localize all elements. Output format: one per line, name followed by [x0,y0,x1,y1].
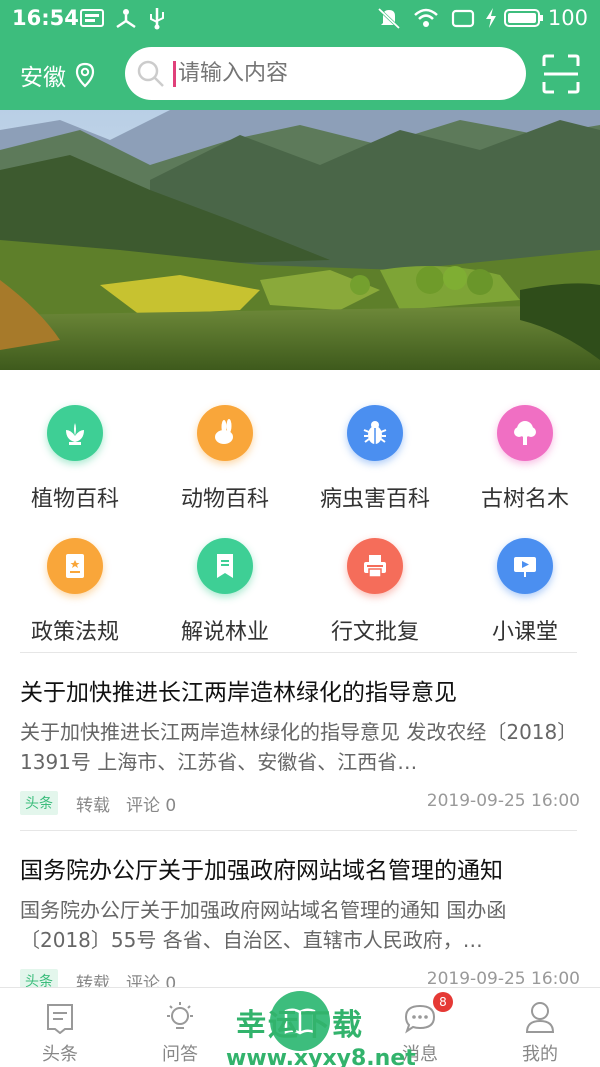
usb-icon [147,7,167,30]
category-label: 古树名木 [480,487,569,512]
mute-icon [377,7,401,29]
bulb-icon [120,998,240,1034]
category-plant[interactable]: 植物百科 [0,405,150,513]
header-bar: 16:54 100 安徽 请输入内容 [0,0,600,110]
news-title: 关于加快推进长江两岸造林绿化的指导意见 [20,680,457,706]
news-comment-count: 评论 0 [126,796,177,816]
tab-me[interactable]: 我的 [480,998,600,1066]
location-label: 安徽 [20,65,66,91]
tab-headlines[interactable]: 头条 [0,998,120,1066]
news-date: 2019-09-25 16:00 [426,969,580,989]
watermark-title: 幸运下载 [236,1008,364,1043]
headline-tag: 头条 [20,791,58,815]
category-policy[interactable]: 政策法规 [0,538,150,646]
category-pest[interactable]: 病虫害百科 [300,405,450,513]
tree-icon [497,405,553,461]
usb-share-icon [113,7,139,29]
scan-icon[interactable] [542,54,580,94]
category-label: 解说林业 [180,620,269,645]
printer-icon [347,538,403,594]
banner-image[interactable] [0,110,600,370]
tab-label: 问答 [162,1044,198,1065]
charging-icon [484,7,498,29]
news-meta: 头条 转载 评论 0 2019-09-25 16:00 [20,791,580,816]
news-date: 2019-09-25 16:00 [426,791,580,811]
news-source: 转载 [76,796,110,816]
news-icon [0,998,120,1034]
policy-doc-icon [47,538,103,594]
divider [20,830,577,831]
watermark: 幸运下载 www.xyxy8.net [226,1000,416,1067]
mountain-landscape-image [0,110,600,370]
battery-level: 100 [547,6,588,30]
watermark-url: www.xyxy8.net [226,1046,416,1067]
category-label: 小课堂 [491,620,558,645]
category-label: 植物百科 [30,487,119,512]
news-summary: 国务院办公厅关于加强政府网站域名管理的通知 国办函〔2018〕55号 各省、自治… [20,898,507,952]
category-document-approval[interactable]: 行文批复 [300,538,450,646]
app-screen: 16:54 100 安徽 请输入内容 植物百科 动物百科 病虫害百科 古树名木 … [0,0,600,1067]
category-mini-class[interactable]: 小课堂 [450,538,600,646]
search-icon [137,60,164,87]
plant-icon [47,405,103,461]
category-label: 政策法规 [30,620,119,645]
news-summary: 关于加快推进长江两岸造林绿化的指导意见 发改农经〔2018〕1391号 上海市、… [20,720,568,774]
category-label: 病虫害百科 [319,487,430,512]
news-title: 国务院办公厅关于加强政府网站域名管理的通知 [20,858,503,884]
tab-label: 头条 [42,1044,78,1065]
tab-qa[interactable]: 问答 [120,998,240,1066]
presentation-icon [497,538,553,594]
bug-icon [347,405,403,461]
rabbit-icon [197,405,253,461]
status-time: 16:54 [12,6,79,30]
location-pin-icon [75,62,95,88]
screen-rotate-icon [451,7,475,29]
location-selector[interactable]: 安徽 [20,58,96,92]
category-label: 动物百科 [180,487,269,512]
category-label: 行文批复 [330,620,419,645]
news-item[interactable]: 关于加快推进长江两岸造林绿化的指导意见 关于加快推进长江两岸造林绿化的指导意见 … [20,673,580,816]
tab-label: 我的 [522,1044,558,1065]
category-ancient-tree[interactable]: 古树名木 [450,405,600,513]
text-caret [173,60,176,87]
status-bar: 16:54 100 [0,0,600,36]
category-animal[interactable]: 动物百科 [150,405,300,513]
search-box[interactable] [125,47,526,100]
battery-icon [504,7,544,29]
search-input[interactable] [178,61,478,86]
category-forestry-guide[interactable]: 解说林业 [150,538,300,646]
message-badge: 8 [433,992,453,1012]
wifi-icon [413,7,439,29]
news-item[interactable]: 国务院办公厅关于加强政府网站域名管理的通知 国务院办公厅关于加强政府网站域名管理… [20,851,580,994]
news-app-notification-icon [80,7,104,29]
user-icon [480,998,600,1034]
bookmark-icon [197,538,253,594]
divider [20,652,577,653]
